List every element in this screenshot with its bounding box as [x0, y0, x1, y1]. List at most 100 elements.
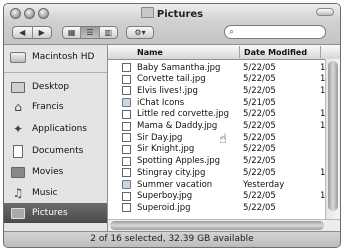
table-row[interactable]: Little red corvette.jpg 5/22/05 1 [108, 109, 325, 120]
sidebar-item-music[interactable]: ♫ Music [4, 183, 107, 203]
column-header-date-modified[interactable]: Date Modified [239, 46, 324, 58]
table-row[interactable]: Summer vacation Yesterday [108, 179, 324, 190]
file-name: Superboy.jpg [137, 191, 193, 202]
table-row[interactable]: Stingray city.jpg 5/22/05 1 [108, 167, 325, 178]
column-header-name[interactable]: Name [137, 46, 237, 58]
action-menu-button[interactable]: ⚙▾ [126, 26, 154, 39]
file-date-modified: 5/22/05 [243, 202, 276, 213]
image-file-icon [122, 121, 131, 131]
sidebar-item-movies[interactable]: Movies [4, 162, 107, 182]
sidebar-item-applications[interactable]: ✦ Applications [4, 119, 107, 139]
table-row[interactable]: Elvis lives!.jpg 5/22/05 1 [108, 85, 325, 96]
back-forward-control: ◀ ▶ [12, 26, 52, 39]
column-view-button[interactable]: ▥ [100, 27, 117, 38]
sidebar-item-pictures[interactable]: Pictures [4, 203, 107, 223]
file-name: iChat Icons [137, 97, 185, 108]
toolbar-toggle-button[interactable] [316, 8, 334, 16]
documents-icon [10, 144, 26, 158]
sidebar: Macintosh HD Desktop ⌂ Francis ✦ Applica… [4, 45, 108, 231]
hard-drive-icon [10, 50, 26, 64]
image-file-icon [122, 191, 131, 201]
search-icon: ⌕ [229, 27, 235, 37]
home-icon: ⌂ [14, 100, 22, 114]
sidebar-item-documents[interactable]: Documents [4, 141, 107, 161]
file-name: Sir Day.jpg [137, 132, 183, 143]
file-name: Stingray city.jpg [137, 167, 206, 178]
pictures-icon [10, 206, 26, 220]
desktop-icon [10, 80, 26, 94]
icon-view-button[interactable]: ▦ [63, 27, 82, 38]
image-file-icon [122, 74, 131, 84]
search-input[interactable] [239, 27, 323, 37]
file-date-modified: 5/22/05 [243, 167, 276, 178]
table-row[interactable]: Superoid.jpg 5/22/05 [108, 202, 324, 213]
view-mode-control: ▦ ☰ ▥ [62, 26, 118, 39]
status-bar: 2 of 16 selected, 32.39 GB available [4, 231, 340, 247]
sidebar-item-francis[interactable]: ⌂ Francis [4, 97, 107, 117]
sidebar-item-macintosh-hd[interactable]: Macintosh HD [4, 47, 107, 67]
search-field[interactable]: ⌕ [224, 25, 326, 39]
window-title: Pictures [4, 7, 340, 20]
image-file-icon [122, 203, 131, 213]
image-file-icon [122, 63, 131, 72]
list-view-button[interactable]: ☰ [81, 27, 100, 38]
image-file-icon [122, 86, 131, 96]
folder-icon [122, 180, 131, 189]
file-name: Spotting Apples.jpg [137, 156, 220, 167]
vertical-scrollbar[interactable] [325, 59, 340, 219]
table-row[interactable]: Mama & Daddy.jpg 5/22/05 1 [108, 121, 325, 132]
file-name: Elvis lives!.jpg [137, 85, 198, 96]
back-button[interactable]: ◀ [13, 27, 33, 38]
image-file-icon [122, 133, 131, 143]
file-name: Baby Samantha.jpg [137, 62, 221, 73]
sidebar-item-label: Music [32, 188, 58, 198]
sidebar-item-desktop[interactable]: Desktop [4, 77, 107, 97]
finder-window: Pictures ◀ ▶ ▦ ☰ ▥ ⚙▾ ⌕ Macintosh HD Des… [3, 3, 341, 248]
applications-icon: ✦ [12, 122, 24, 136]
file-date-modified: 5/22/05 [243, 132, 276, 143]
file-date-modified: 5/22/05 [243, 121, 276, 131]
status-text: 2 of 16 selected, 32.39 GB available [90, 234, 254, 244]
table-row[interactable]: Superboy.jpg 5/22/05 1 [108, 191, 325, 202]
image-file-icon [122, 156, 131, 166]
image-file-icon [122, 144, 131, 154]
table-row[interactable]: Sir Day.jpg 5/22/05 [108, 132, 324, 143]
table-row[interactable]: Spotting Apples.jpg 5/22/05 [108, 156, 324, 167]
table-row[interactable]: Baby Samantha.jpg 5/22/05 1 [108, 62, 325, 73]
vertical-scroll-thumb[interactable] [328, 61, 338, 211]
table-row[interactable]: Sir Knight.jpg 5/22/05 [108, 144, 324, 155]
file-date-modified: 5/21/05 [243, 97, 276, 108]
folder-icon [140, 7, 154, 18]
file-name: Sir Knight.jpg [137, 144, 195, 155]
toolbar: ◀ ▶ ▦ ☰ ▥ ⚙▾ ⌕ [4, 20, 340, 45]
window-title-text: Pictures [156, 9, 204, 20]
horizontal-scrollbar[interactable] [108, 219, 340, 231]
file-name: Superoid.jpg [137, 202, 191, 213]
forward-button[interactable]: ▶ [33, 27, 52, 38]
file-date-modified: 5/22/05 [243, 156, 276, 167]
file-name: Mama & Daddy.jpg [137, 121, 218, 131]
title-bar[interactable]: Pictures [4, 4, 340, 20]
pointing-hand-cursor-icon: ☝ [219, 132, 227, 147]
file-date-modified: 5/22/05 [243, 74, 276, 85]
file-date-modified: Yesterday [243, 179, 285, 190]
file-date-modified: 5/22/05 [243, 85, 276, 96]
horizontal-scroll-thumb[interactable] [110, 221, 324, 230]
sidebar-item-label: Pictures [32, 208, 68, 218]
sidebar-item-label: Movies [32, 167, 64, 177]
movies-icon [10, 165, 26, 179]
file-name: Corvette tail.jpg [137, 74, 206, 85]
sidebar-item-label: Applications [32, 124, 87, 134]
file-name: Summer vacation [137, 179, 213, 190]
sidebar-item-label: Desktop [32, 82, 70, 92]
sidebar-item-label: Francis [32, 102, 64, 112]
image-file-icon [122, 109, 131, 119]
table-row[interactable]: iChat Icons 5/21/05 [108, 97, 324, 108]
file-date-modified: 5/22/05 [243, 144, 276, 155]
sidebar-item-label: Macintosh HD [32, 52, 95, 62]
file-date-modified: 5/22/05 [243, 191, 276, 202]
table-row[interactable]: Corvette tail.jpg 5/22/05 1 [108, 74, 325, 85]
file-name: Little red corvette.jpg [137, 109, 230, 120]
folder-icon [122, 98, 131, 108]
column-header-extra[interactable] [320, 46, 340, 58]
